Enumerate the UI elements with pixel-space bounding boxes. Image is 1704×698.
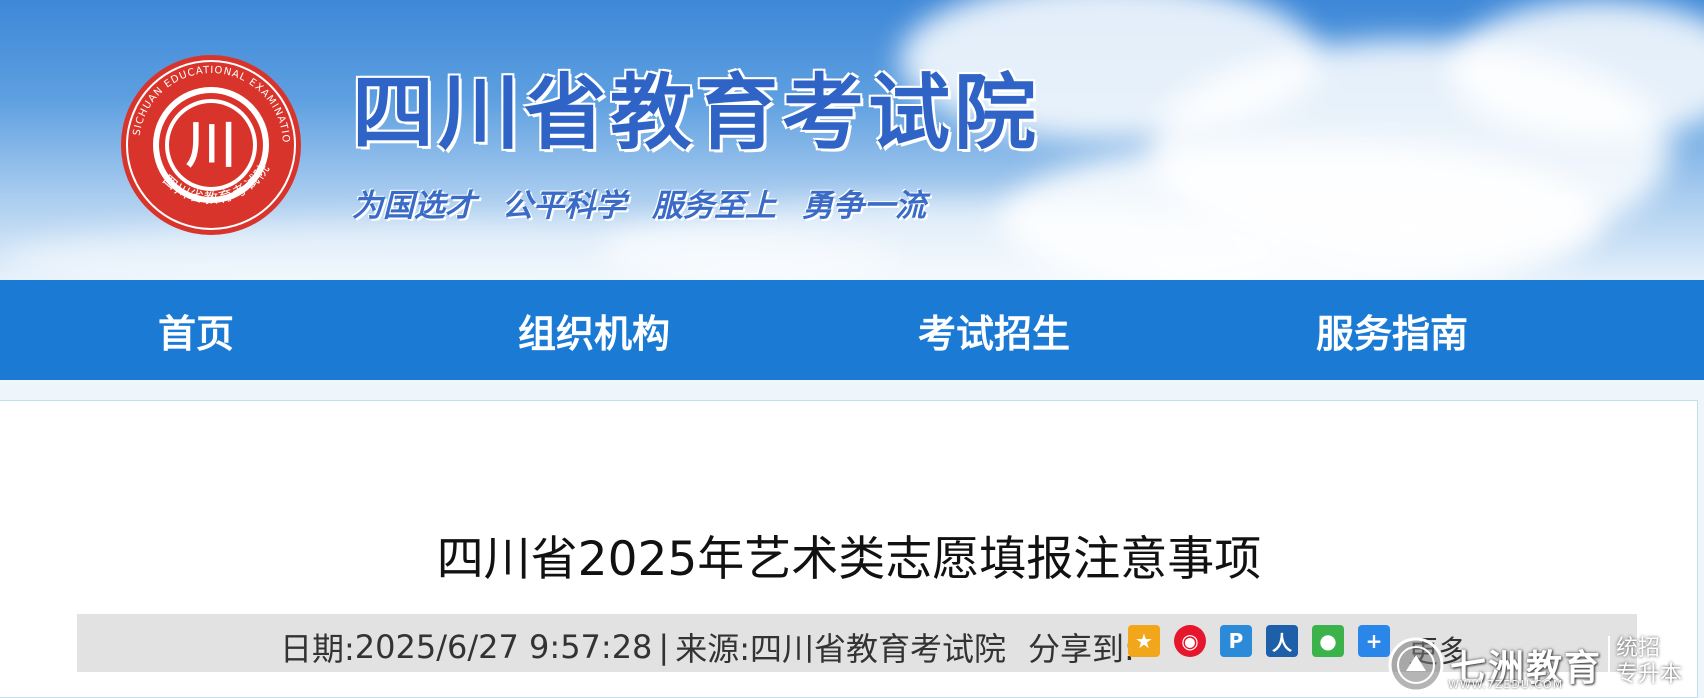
share-icons: ★ ◉ P 人 ● + (1128, 625, 1390, 657)
nav-item-organization[interactable]: 组织机构 (400, 280, 800, 380)
site-slogan: 为国选才 公平科学 服务至上 勇争一流 (352, 180, 926, 225)
source-label: 来源: (675, 630, 750, 668)
slogan-item: 为国选才 (352, 188, 476, 224)
logo-center-glyph: 川 (186, 115, 236, 174)
watermark-side-line: 统招 (1616, 636, 1661, 661)
qzone-icon[interactable]: ★ (1128, 625, 1160, 657)
nav-item-home[interactable]: 首页 (0, 280, 400, 380)
watermark-side: 统招 专升本 (1608, 636, 1682, 688)
watermark-side-line: 专升本 (1616, 662, 1683, 687)
share-label: 分享到: (1028, 630, 1135, 668)
date-value: 2025/6/27 9:57:28 (354, 628, 653, 666)
meta-separator: | (658, 628, 670, 666)
article-title: 四川省2025年艺术类志愿填报注意事项 (436, 532, 1262, 587)
watermark-url: WWW.7ZEDU.COM (1448, 678, 1564, 691)
watermark-emblem-icon (1388, 637, 1444, 693)
date-label: 日期: (280, 630, 355, 668)
slogan-item: 公平科学 (502, 188, 626, 224)
article-meta: 日期: 2025/6/27 9:57:28 | 来源: 四川省教育考试院 分享到… (280, 624, 1135, 670)
source-value: 四川省教育考试院 (749, 630, 1006, 668)
renren-icon[interactable]: 人 (1266, 625, 1298, 657)
site-logo[interactable]: SICHUAN EDUCATIONAL EXAMINATION AUTHORIT… (118, 52, 304, 238)
slogan-item: 勇争一流 (802, 188, 926, 224)
watermark: 七洲教育 WWW.7ZEDU.COM 统招 专升本 (1388, 632, 1704, 698)
header-banner: SICHUAN EDUCATIONAL EXAMINATION AUTHORIT… (0, 0, 1704, 280)
main-nav: 首页 组织机构 考试招生 服务指南 (0, 280, 1704, 380)
more-share-icon[interactable]: + (1358, 625, 1390, 657)
wechat-icon[interactable]: ● (1312, 625, 1344, 657)
nav-item-exams[interactable]: 考试招生 (800, 280, 1200, 380)
weibo-icon[interactable]: ◉ (1174, 625, 1206, 657)
nav-item-service-guide[interactable]: 服务指南 (1200, 280, 1704, 380)
tencent-weibo-icon[interactable]: P (1220, 625, 1252, 657)
site-title: 四川省教育考试院 (352, 65, 1041, 161)
slogan-item: 服务至上 (652, 188, 776, 224)
